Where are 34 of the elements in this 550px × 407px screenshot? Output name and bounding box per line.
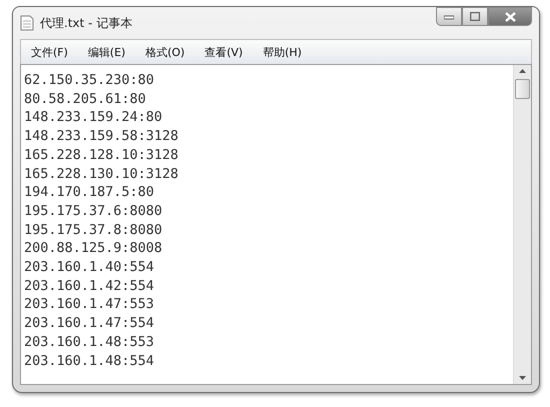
text-line: 195.175.37.6:8080: [24, 202, 164, 221]
scroll-thumb[interactable]: [515, 79, 530, 99]
close-button[interactable]: [488, 7, 532, 26]
minimize-button[interactable]: [436, 7, 462, 26]
text-line: 165.228.128.10:3128: [24, 146, 180, 165]
text-line: 203.160.1.48:554: [24, 352, 156, 370]
maximize-button[interactable]: [462, 7, 488, 26]
scroll-up-icon[interactable]: [519, 69, 526, 73]
text-line: 203.160.1.48:553: [24, 332, 156, 352]
menu-item[interactable]: 查看(V): [194, 44, 253, 60]
text-line: 148.233.159.24:80: [24, 108, 164, 128]
close-icon: [504, 12, 516, 22]
document-icon: [20, 15, 34, 31]
text-line: 62.150.35.230:80: [24, 71, 156, 90]
menu-item[interactable]: 格式(O): [135, 44, 195, 60]
text-line: 203.160.1.47:554: [24, 314, 156, 333]
text-line: 165.228.130.10:3128: [24, 164, 180, 184]
menu-item[interactable]: 帮助(H): [252, 44, 312, 60]
text-line: 203.160.1.47:553: [24, 295, 156, 314]
menu-item[interactable]: 文件(F): [21, 44, 78, 60]
text-line: 194.170.187.5:80: [24, 183, 156, 202]
text-line: 200.88.125.9:8008: [24, 239, 164, 258]
text-line: 148.233.159.58:3128: [24, 127, 180, 146]
text-line: 203.160.1.40:554: [24, 258, 156, 277]
text-line: 203.160.1.42:554: [24, 276, 156, 296]
menu-item[interactable]: 编辑(E): [78, 44, 136, 60]
vertical-scrollbar[interactable]: [513, 65, 531, 384]
text-area[interactable]: [20, 64, 532, 385]
maximize-icon: [470, 12, 480, 21]
minimize-icon: [444, 14, 454, 20]
text-line: 80.58.205.61:80: [24, 90, 147, 108]
text-line: 195.175.37.8:8080: [24, 220, 164, 240]
window-title: 代理.txt - 记事本: [40, 14, 134, 32]
scroll-down-icon[interactable]: [519, 376, 526, 380]
